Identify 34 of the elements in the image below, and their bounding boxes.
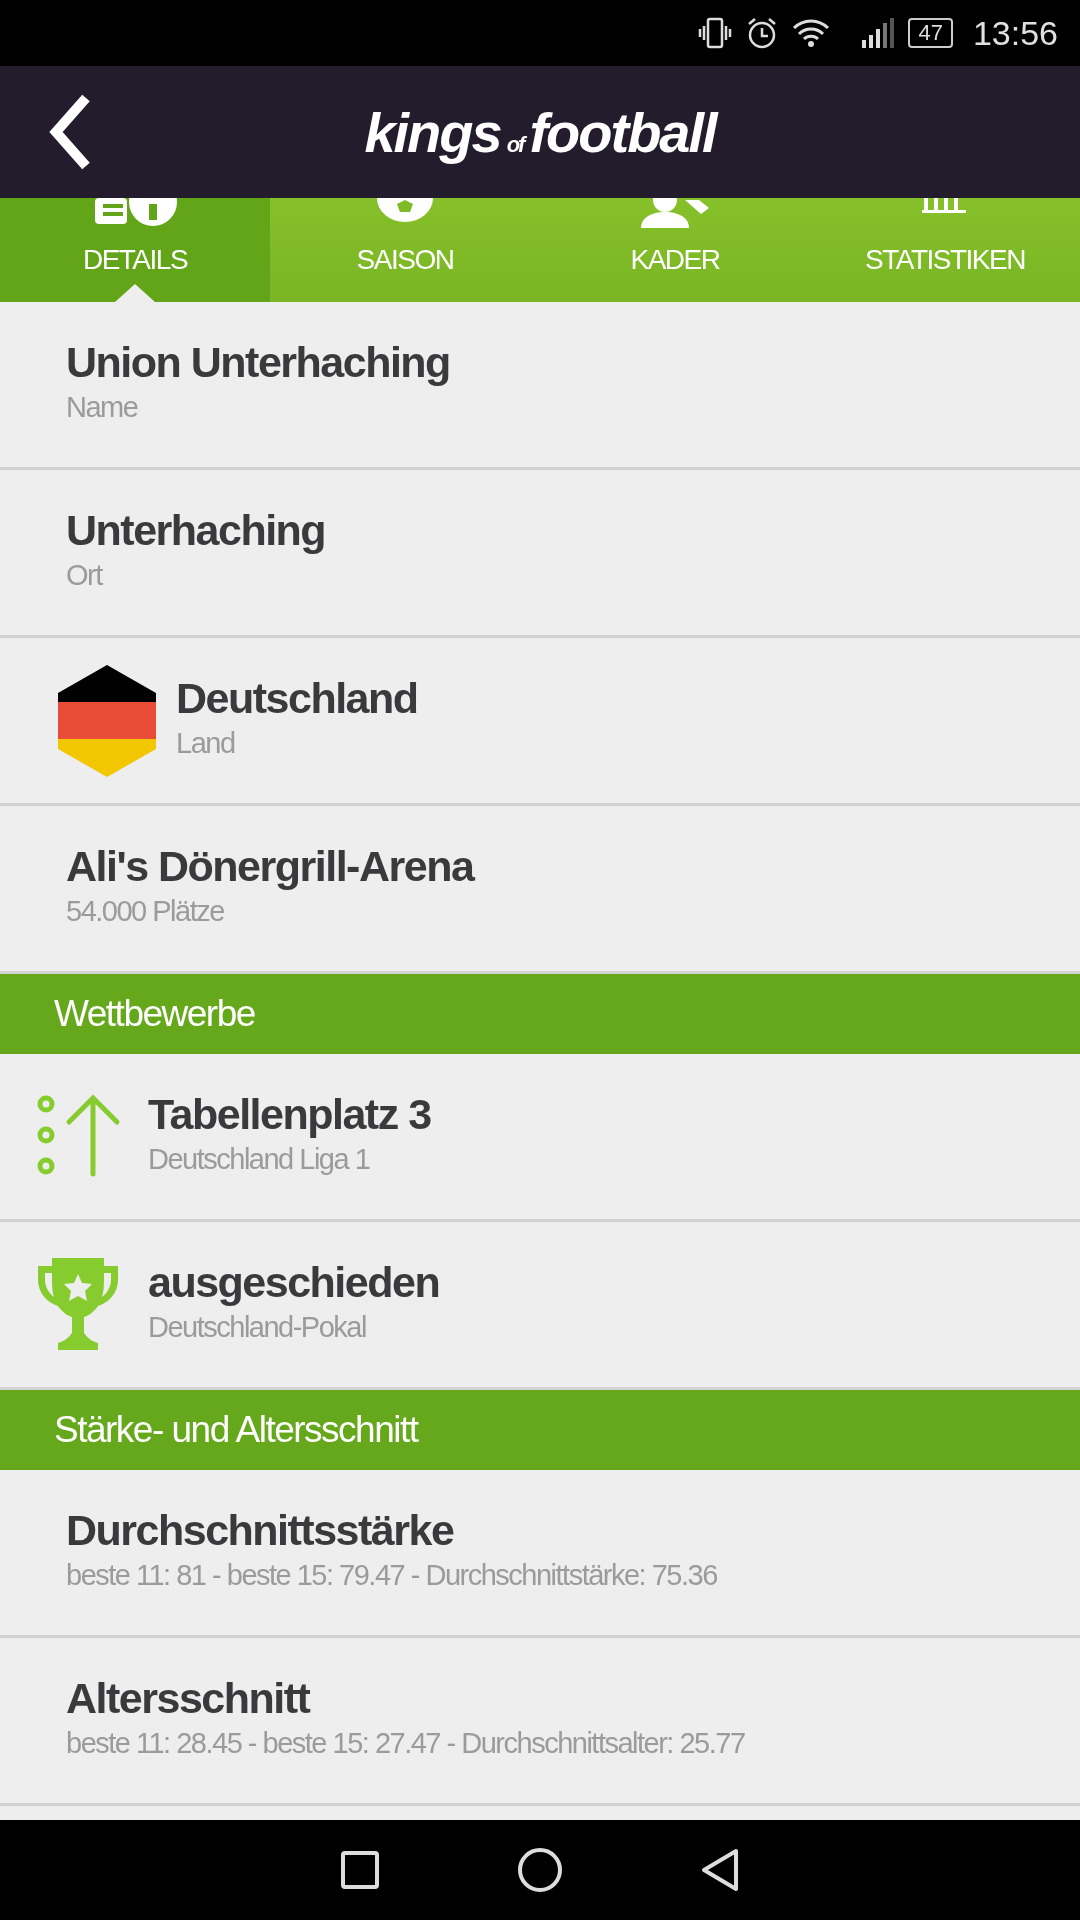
item-subtitle: Deutschland-Pokal [148, 1310, 367, 1344]
section-header: Wettbewerbe [0, 974, 1080, 1054]
tab[interactable]: STATISTIKEN [810, 198, 1080, 302]
item-subtitle: Name [66, 390, 139, 424]
item-title: Durchschnittsstärke [66, 1505, 455, 1555]
tab[interactable]: SAISON [270, 198, 540, 302]
tab-pointer [115, 284, 155, 302]
item-subtitle: beste 11: 81 - beste 15: 79.47 - Durchschnittstärke: 75.36 [66, 1558, 717, 1592]
trophy-icon [36, 1257, 120, 1352]
item-title: Ali's Dönergrill-Arena [66, 841, 474, 891]
item-subtitle: 54.000 Plätze [66, 894, 225, 928]
clock-time: 13:56 [972, 13, 1058, 53]
item-title: Tabellenplatz 3 [148, 1089, 431, 1139]
wifi-icon [792, 18, 831, 48]
item-title: Deutschland [176, 673, 418, 723]
item-subtitle: Land [176, 726, 236, 760]
info-icon [93, 198, 177, 226]
item-title: ausgeschieden [148, 1257, 440, 1307]
item-subtitle: Ort [66, 558, 104, 592]
tab[interactable]: KADER [540, 198, 810, 302]
battery-indicator: 47 [908, 18, 953, 48]
item-title: Union Unterhaching [66, 337, 450, 387]
signal-icon [860, 18, 895, 48]
item-title: Unterhaching [66, 505, 326, 555]
app-logo: kings of football [364, 99, 716, 165]
germany-flag-icon [58, 664, 156, 777]
vibrate-icon [698, 16, 733, 50]
item-subtitle: beste 11: 28.45 - beste 15: 27.47 - Durchschnittsalter: 25.77 [66, 1726, 745, 1760]
section-header: Stärke- und Altersschnitt [0, 1390, 1080, 1470]
item-subtitle: Deutschland Liga 1 [148, 1142, 371, 1176]
home-button[interactable] [515, 1845, 565, 1895]
tab[interactable]: DETAILS [0, 198, 270, 302]
football-icon [375, 198, 435, 222]
item-title: Altersschnitt [66, 1673, 311, 1723]
